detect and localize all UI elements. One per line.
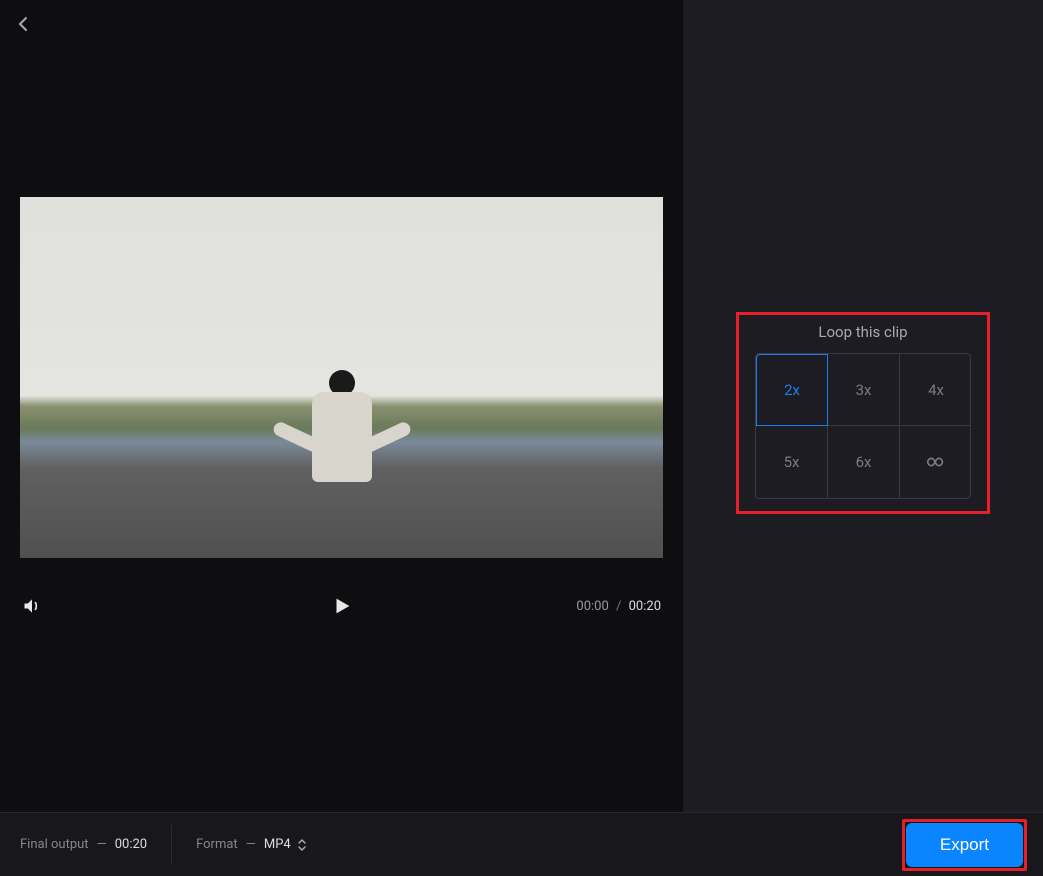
format-value: MP4 — [264, 837, 291, 852]
play-button[interactable] — [331, 595, 353, 617]
final-output-label: Final output — [20, 837, 89, 852]
final-output-dash: — — [97, 837, 107, 852]
loop-option-6x[interactable]: 6x — [828, 426, 900, 498]
player-controls: 00:00 / 00:20 — [20, 576, 663, 636]
export-button[interactable]: Export — [906, 823, 1023, 867]
loop-title: Loop this clip — [747, 323, 979, 341]
time-separator: / — [616, 599, 621, 614]
loop-option-3x[interactable]: 3x — [828, 354, 900, 426]
export-button-wrap: Export — [906, 823, 1023, 867]
infinity-icon — [925, 455, 947, 469]
current-time: 00:00 — [576, 599, 608, 614]
loop-panel: Loop this clip 2x 3x 4x 5x 6x — [736, 312, 990, 514]
loop-option-infinite[interactable] — [900, 426, 971, 498]
back-button[interactable] — [16, 16, 32, 36]
video-preview[interactable] — [20, 197, 663, 558]
total-time: 00:20 — [629, 599, 661, 614]
video-content-placeholder — [302, 370, 382, 510]
play-icon — [331, 595, 353, 617]
final-output-info: Final output — 00:20 — [20, 837, 147, 852]
loop-options-grid: 2x 3x 4x 5x 6x — [755, 353, 971, 499]
settings-pane: Loop this clip 2x 3x 4x 5x 6x — [683, 0, 1043, 812]
preview-pane: 00:00 / 00:20 — [0, 0, 683, 812]
chevron-left-icon — [16, 16, 32, 32]
updown-icon — [297, 838, 307, 852]
loop-option-5x[interactable]: 5x — [756, 426, 828, 498]
app-root: 00:00 / 00:20 Loop this clip 2x 3x 4x 5x… — [0, 0, 1043, 876]
format-info: Format — MP4 — [196, 837, 307, 852]
loop-option-2x[interactable]: 2x — [756, 354, 828, 426]
bottom-bar: Final output — 00:20 Format — MP4 Export — [0, 812, 1043, 876]
bottom-divider — [171, 825, 172, 865]
format-label: Format — [196, 837, 238, 852]
loop-option-4x[interactable]: 4x — [900, 354, 971, 426]
format-select[interactable]: MP4 — [264, 837, 307, 852]
main-area: 00:00 / 00:20 Loop this clip 2x 3x 4x 5x… — [0, 0, 1043, 812]
format-dash: — — [246, 837, 256, 852]
volume-icon — [22, 596, 42, 616]
time-display: 00:00 / 00:20 — [576, 599, 661, 614]
volume-button[interactable] — [22, 596, 42, 616]
final-output-value: 00:20 — [115, 837, 147, 852]
